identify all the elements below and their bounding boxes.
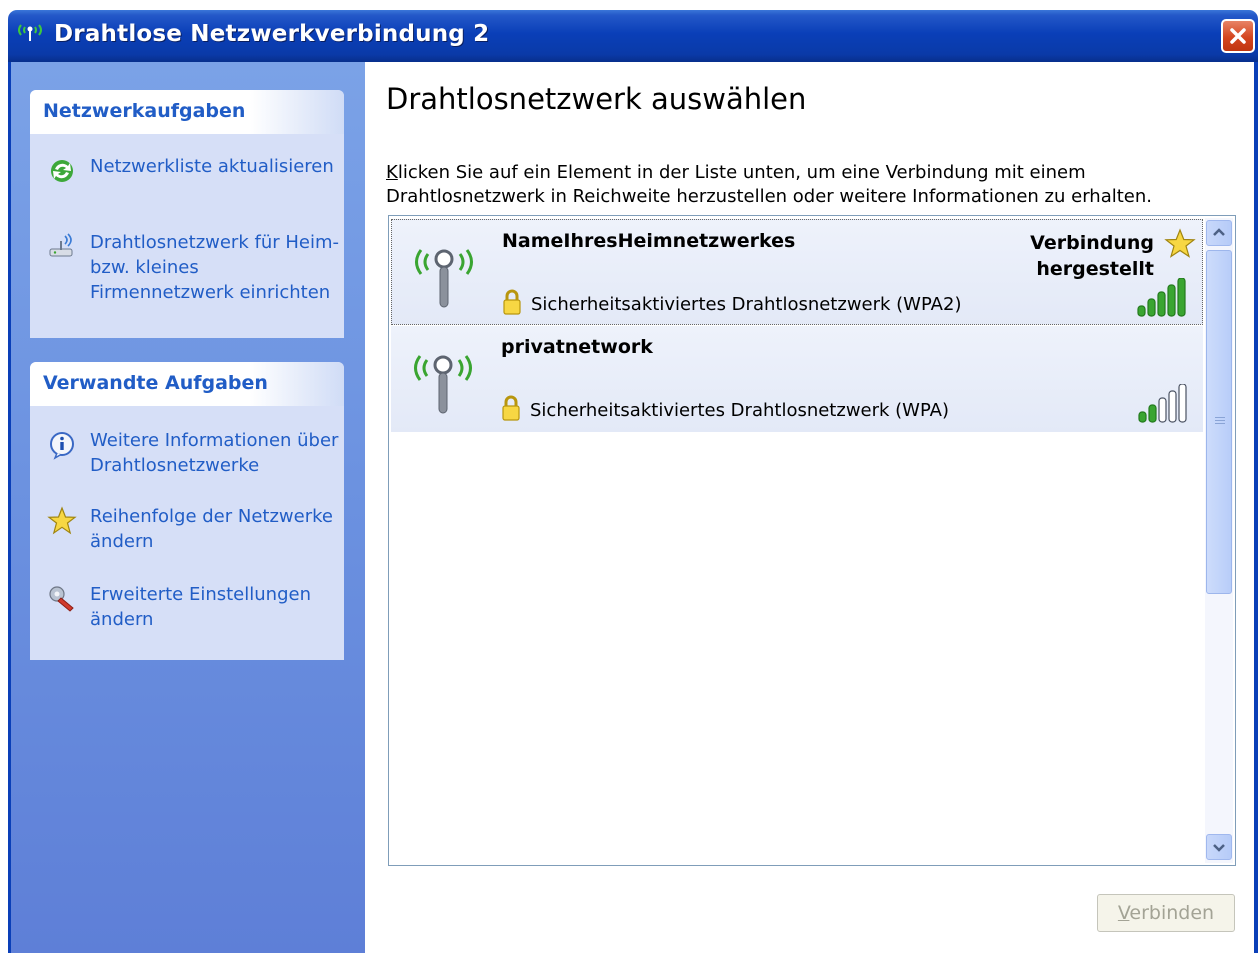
wireless-setup-icon (49, 233, 73, 257)
grip-icon (1215, 417, 1225, 424)
instructions-text: Klicken Sie auf ein Element in der Liste… (386, 161, 1206, 209)
signal-bar (1147, 298, 1156, 317)
title-bar[interactable]: Drahtlose Netzwerkverbindung 2 (8, 10, 1258, 62)
connect-button[interactable]: Verbinden (1097, 894, 1235, 932)
wireless-network-list[interactable]: NameIhresHeimnetzwerkes Sicherheitsaktiv… (388, 215, 1236, 866)
info-icon (50, 432, 74, 460)
wireless-info-link[interactable]: Weitere Informationen über Drahtlosnetzw… (30, 428, 344, 488)
signal-bar (1168, 390, 1177, 423)
window-title: Drahtlose Netzwerkverbindung 2 (54, 21, 490, 47)
lock-icon (502, 395, 520, 421)
connect-accel-letter: V (1117, 902, 1130, 924)
related-tasks-heading: Verwandte Aufgaben (43, 372, 268, 394)
signal-strength-icon (1137, 278, 1186, 317)
advanced-settings-label: Erweiterte Einstellungen ändern (90, 584, 311, 630)
signal-strength-icon (1138, 384, 1187, 423)
related-tasks-header: Verwandte Aufgaben (30, 362, 344, 406)
antenna-icon (414, 355, 472, 414)
network-tasks-header: Netzwerkaufgaben (30, 90, 344, 134)
list-scrollbar[interactable] (1205, 218, 1233, 863)
signal-bar (1167, 284, 1176, 317)
refresh-network-list-label: Netzwerkliste aktualisieren (90, 156, 334, 177)
setup-home-network-link[interactable]: Drahtlosnetzwerk für Heim- bzw. kleines … (30, 230, 344, 310)
signal-bar (1138, 411, 1147, 423)
signal-bar (1177, 278, 1186, 317)
security-type: Sicherheitsaktiviertes Drahtlosnetzwerk … (530, 400, 950, 421)
network-name: privatnetwork (501, 336, 653, 358)
signal-bar (1148, 404, 1157, 423)
settings-icon (49, 586, 74, 612)
preferred-network-star-icon (1164, 228, 1196, 258)
star-icon (47, 506, 77, 535)
network-tasks-panel: Netzwerkaufgaben Netzwerkliste aktualisi… (30, 90, 344, 338)
setup-home-network-label: Drahtlosnetzwerk für Heim- bzw. kleines … (90, 232, 339, 303)
instructions-accel-letter: K (386, 162, 398, 183)
connection-status: Verbindung hergestellt (1030, 232, 1154, 280)
network-name: NameIhresHeimnetzwerkes (502, 230, 796, 252)
signal-bar (1157, 291, 1166, 317)
wireless-info-label: Weitere Informationen über Drahtlosnetzw… (90, 430, 339, 476)
window-frame-right (1254, 62, 1258, 953)
security-type: Sicherheitsaktiviertes Drahtlosnetzwerk … (531, 294, 962, 315)
lock-icon (503, 289, 521, 315)
signal-bar (1178, 384, 1187, 423)
close-icon (1230, 28, 1246, 44)
network-tasks-heading: Netzwerkaufgaben (43, 100, 246, 122)
scroll-down-button[interactable] (1206, 834, 1232, 860)
change-network-order-label: Reihenfolge der Netzwerke ändern (90, 506, 333, 552)
chevron-up-icon (1213, 228, 1225, 236)
wireless-network-icon (18, 24, 42, 41)
change-network-order-link[interactable]: Reihenfolge der Netzwerke ändern (30, 504, 344, 564)
close-button[interactable] (1221, 19, 1255, 53)
signal-bar (1137, 305, 1146, 317)
task-sidebar: Netzwerkaufgaben Netzwerkliste aktualisi… (11, 62, 365, 953)
antenna-icon (415, 249, 473, 308)
page-title: Drahtlosnetzwerk auswählen (386, 82, 807, 116)
advanced-settings-link[interactable]: Erweiterte Einstellungen ändern (30, 582, 344, 642)
scroll-up-button[interactable] (1206, 220, 1232, 246)
network-item-selected[interactable]: NameIhresHeimnetzwerkes Sicherheitsaktiv… (391, 219, 1203, 325)
signal-bar (1158, 397, 1167, 423)
chevron-down-icon (1213, 844, 1225, 852)
instructions-body: licken Sie auf ein Element in der Liste … (386, 162, 1152, 207)
scrollbar-thumb[interactable] (1206, 250, 1232, 594)
refresh-network-list-link[interactable]: Netzwerkliste aktualisieren (30, 154, 344, 214)
related-tasks-panel: Verwandte Aufgaben Weitere Informationen… (30, 362, 344, 660)
refresh-icon (51, 160, 73, 182)
network-item[interactable]: privatnetwork Sicherheitsaktiviertes Dra… (391, 326, 1203, 432)
connect-label: erbinden (1129, 902, 1215, 924)
